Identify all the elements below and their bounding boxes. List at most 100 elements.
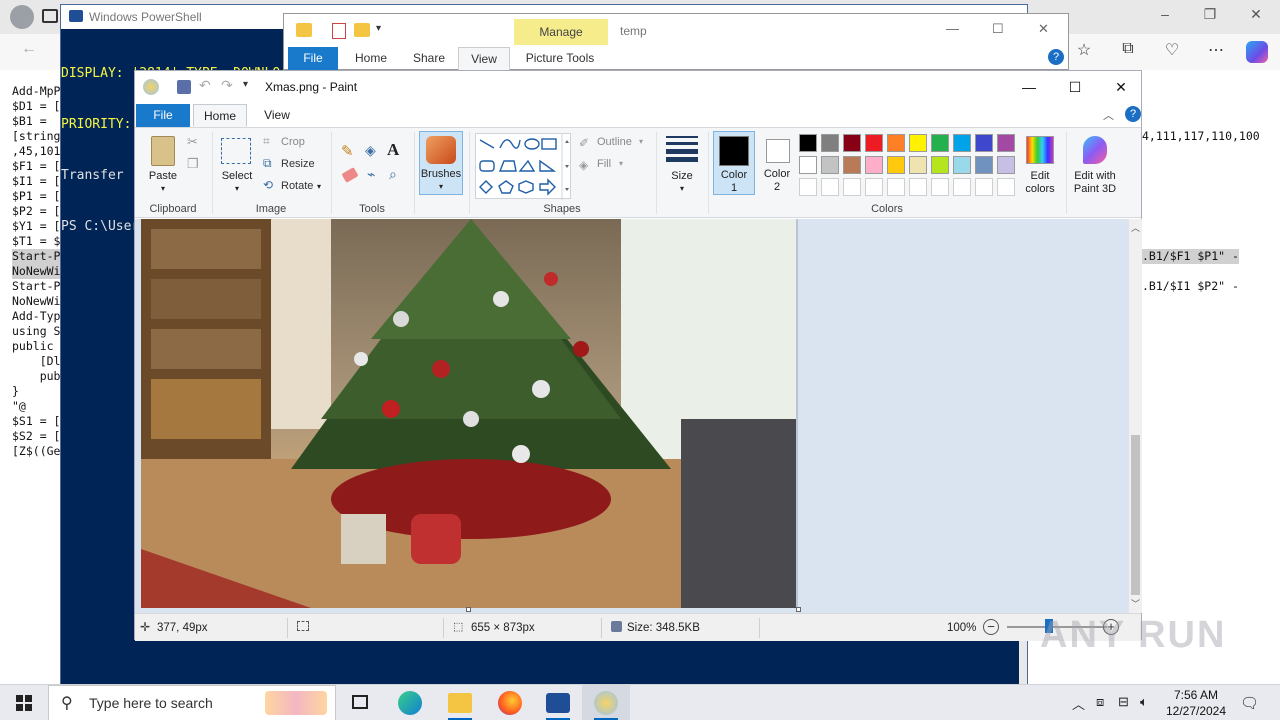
palette-swatch[interactable] bbox=[953, 134, 971, 152]
palette-swatch[interactable] bbox=[931, 156, 949, 174]
color1-button[interactable]: Color 1 bbox=[713, 131, 755, 195]
explorer-maximize-button[interactable]: ☐ bbox=[992, 21, 1004, 37]
tab-file[interactable]: File bbox=[288, 47, 338, 71]
tab-picture-tools[interactable]: Picture Tools bbox=[518, 47, 602, 71]
canvas-resize-handle[interactable] bbox=[466, 607, 471, 612]
palette-swatch-empty[interactable] bbox=[799, 178, 817, 196]
explorer-window[interactable]: ▾ Manage temp — ☐ ✕ File Home Share View… bbox=[283, 13, 1069, 71]
paste-button[interactable]: Paste ▾ bbox=[143, 132, 183, 196]
tab-home[interactable]: Home bbox=[193, 104, 247, 127]
start-button[interactable] bbox=[0, 685, 48, 720]
palette-swatch[interactable] bbox=[975, 134, 993, 152]
palette-swatch-empty[interactable] bbox=[821, 178, 839, 196]
rotate-dropdown-icon[interactable]: ▾ bbox=[317, 182, 321, 191]
rotate-label[interactable]: Rotate bbox=[281, 180, 313, 192]
show-hidden-icons-icon[interactable]: ︿ bbox=[1072, 694, 1085, 713]
explorer-close-button[interactable]: ✕ bbox=[1038, 21, 1049, 37]
help-icon[interactable]: ? bbox=[1125, 106, 1141, 122]
fill-dropdown-icon[interactable]: ▾ bbox=[619, 159, 623, 168]
network-icon[interactable]: ⧈ bbox=[1096, 694, 1104, 710]
canvas-area[interactable] bbox=[135, 219, 1129, 613]
size-button[interactable]: Size ▾ bbox=[661, 132, 703, 196]
palette-swatch-empty[interactable] bbox=[931, 178, 949, 196]
outline-icon[interactable]: ✐ bbox=[579, 136, 589, 150]
palette-swatch-empty[interactable] bbox=[887, 178, 905, 196]
undo-icon[interactable]: ↶ bbox=[199, 77, 211, 94]
palette-swatch[interactable] bbox=[975, 156, 993, 174]
color2-button[interactable]: Color 2 bbox=[757, 131, 797, 195]
fill-bucket-icon[interactable]: ◈ bbox=[365, 142, 376, 159]
text-tool-icon[interactable]: A bbox=[387, 140, 399, 160]
paint-titlebar[interactable]: ↶ ↷ ▾ Xmas.png - Paint — ☐ ✕ bbox=[135, 71, 1141, 103]
palette-swatch[interactable] bbox=[909, 134, 927, 152]
outline-label[interactable]: Outline bbox=[597, 136, 632, 148]
fill-icon[interactable]: ◈ bbox=[579, 158, 588, 172]
magnifier-icon[interactable]: ⌕ bbox=[389, 166, 397, 183]
tab-home[interactable]: Home bbox=[346, 47, 396, 71]
paint-minimize-button[interactable]: — bbox=[1009, 77, 1049, 99]
palette-swatch[interactable] bbox=[821, 134, 839, 152]
save-icon[interactable] bbox=[177, 80, 191, 94]
copy-icon[interactable]: ❐ bbox=[187, 156, 199, 172]
collections-icon[interactable]: ⧉ bbox=[1115, 40, 1141, 64]
taskbar-clock[interactable]: 7:56 AM 12/27/2024 bbox=[1160, 687, 1232, 719]
scroll-down-icon[interactable]: ﹀ bbox=[1131, 597, 1140, 610]
notifications-icon[interactable]: 🗨︎ bbox=[1240, 694, 1259, 712]
edit-with-paint3d-button[interactable]: Edit with Paint 3D bbox=[1069, 132, 1121, 196]
collapse-ribbon-icon[interactable]: ︿ bbox=[1103, 107, 1114, 123]
browser-restore-button[interactable]: ❐ bbox=[1198, 6, 1222, 26]
volume-icon[interactable]: 🔈︎ bbox=[1140, 694, 1148, 710]
brushes-button[interactable]: Brushes ▾ bbox=[419, 131, 463, 195]
properties-icon[interactable] bbox=[332, 23, 346, 39]
canvas-resize-handle[interactable] bbox=[796, 607, 801, 612]
palette-swatch[interactable] bbox=[931, 134, 949, 152]
palette-swatch-empty[interactable] bbox=[997, 178, 1015, 196]
back-arrow-icon[interactable]: ← bbox=[16, 40, 42, 64]
paint-window[interactable]: ↶ ↷ ▾ Xmas.png - Paint — ☐ ✕ File Home V… bbox=[134, 70, 1142, 641]
eraser-icon[interactable] bbox=[341, 167, 359, 183]
tab-view[interactable]: View bbox=[253, 104, 301, 127]
taskbar-powershell[interactable] bbox=[534, 685, 582, 720]
customize-dropdown-icon[interactable]: ▾ bbox=[376, 23, 381, 34]
tab-share[interactable]: Share bbox=[404, 47, 454, 71]
palette-swatch-empty[interactable] bbox=[975, 178, 993, 196]
palette-swatch[interactable] bbox=[953, 156, 971, 174]
paint-close-button[interactable]: ✕ bbox=[1101, 77, 1141, 99]
task-view-button[interactable] bbox=[336, 685, 384, 720]
taskbar-search-box[interactable]: ⚲ Type here to search bbox=[48, 685, 336, 720]
palette-swatch[interactable] bbox=[843, 134, 861, 152]
color-picker-icon[interactable]: ⌁ bbox=[367, 166, 375, 183]
palette-swatch[interactable] bbox=[821, 156, 839, 174]
palette-swatch[interactable] bbox=[865, 134, 883, 152]
paint-maximize-button[interactable]: ☐ bbox=[1055, 77, 1095, 99]
select-button[interactable]: Select ▾ bbox=[217, 132, 257, 196]
manage-contextual-tab[interactable]: Manage bbox=[514, 19, 608, 45]
palette-swatch[interactable] bbox=[997, 156, 1015, 174]
resize-icon[interactable]: ⧉ bbox=[263, 156, 272, 171]
tab-file[interactable]: File bbox=[136, 104, 190, 127]
ethernet-icon[interactable]: ⊟ bbox=[1118, 694, 1129, 710]
palette-swatch[interactable] bbox=[865, 156, 883, 174]
profile-avatar[interactable] bbox=[10, 5, 34, 29]
palette-swatch[interactable] bbox=[909, 156, 927, 174]
browser-close-button[interactable]: ✕ bbox=[1244, 6, 1268, 26]
zoom-out-icon[interactable]: − bbox=[983, 619, 999, 635]
settings-more-icon[interactable]: ⋯ bbox=[1203, 40, 1229, 64]
crop-label[interactable]: Crop bbox=[281, 136, 305, 148]
edit-colors-button[interactable]: Edit colors bbox=[1017, 132, 1063, 196]
redo-icon[interactable]: ↷ bbox=[221, 77, 233, 94]
scroll-up-icon[interactable]: ︿ bbox=[1131, 221, 1140, 234]
shapes-gallery[interactable] bbox=[475, 133, 571, 200]
taskbar-firefox[interactable] bbox=[486, 685, 534, 720]
palette-swatch[interactable] bbox=[887, 156, 905, 174]
scrollbar-thumb[interactable] bbox=[1131, 435, 1140, 595]
customize-quick-access-icon[interactable]: ▾ bbox=[243, 79, 248, 90]
explorer-minimize-button[interactable]: — bbox=[946, 21, 959, 36]
resize-label[interactable]: Resize bbox=[281, 158, 315, 170]
crop-icon[interactable]: ⌗ bbox=[263, 134, 270, 149]
browser-minimize-button[interactable]: – bbox=[1153, 6, 1177, 26]
palette-swatch[interactable] bbox=[799, 156, 817, 174]
image-canvas[interactable] bbox=[141, 219, 796, 608]
outline-dropdown-icon[interactable]: ▾ bbox=[639, 137, 643, 146]
taskbar-paint[interactable] bbox=[582, 685, 630, 720]
